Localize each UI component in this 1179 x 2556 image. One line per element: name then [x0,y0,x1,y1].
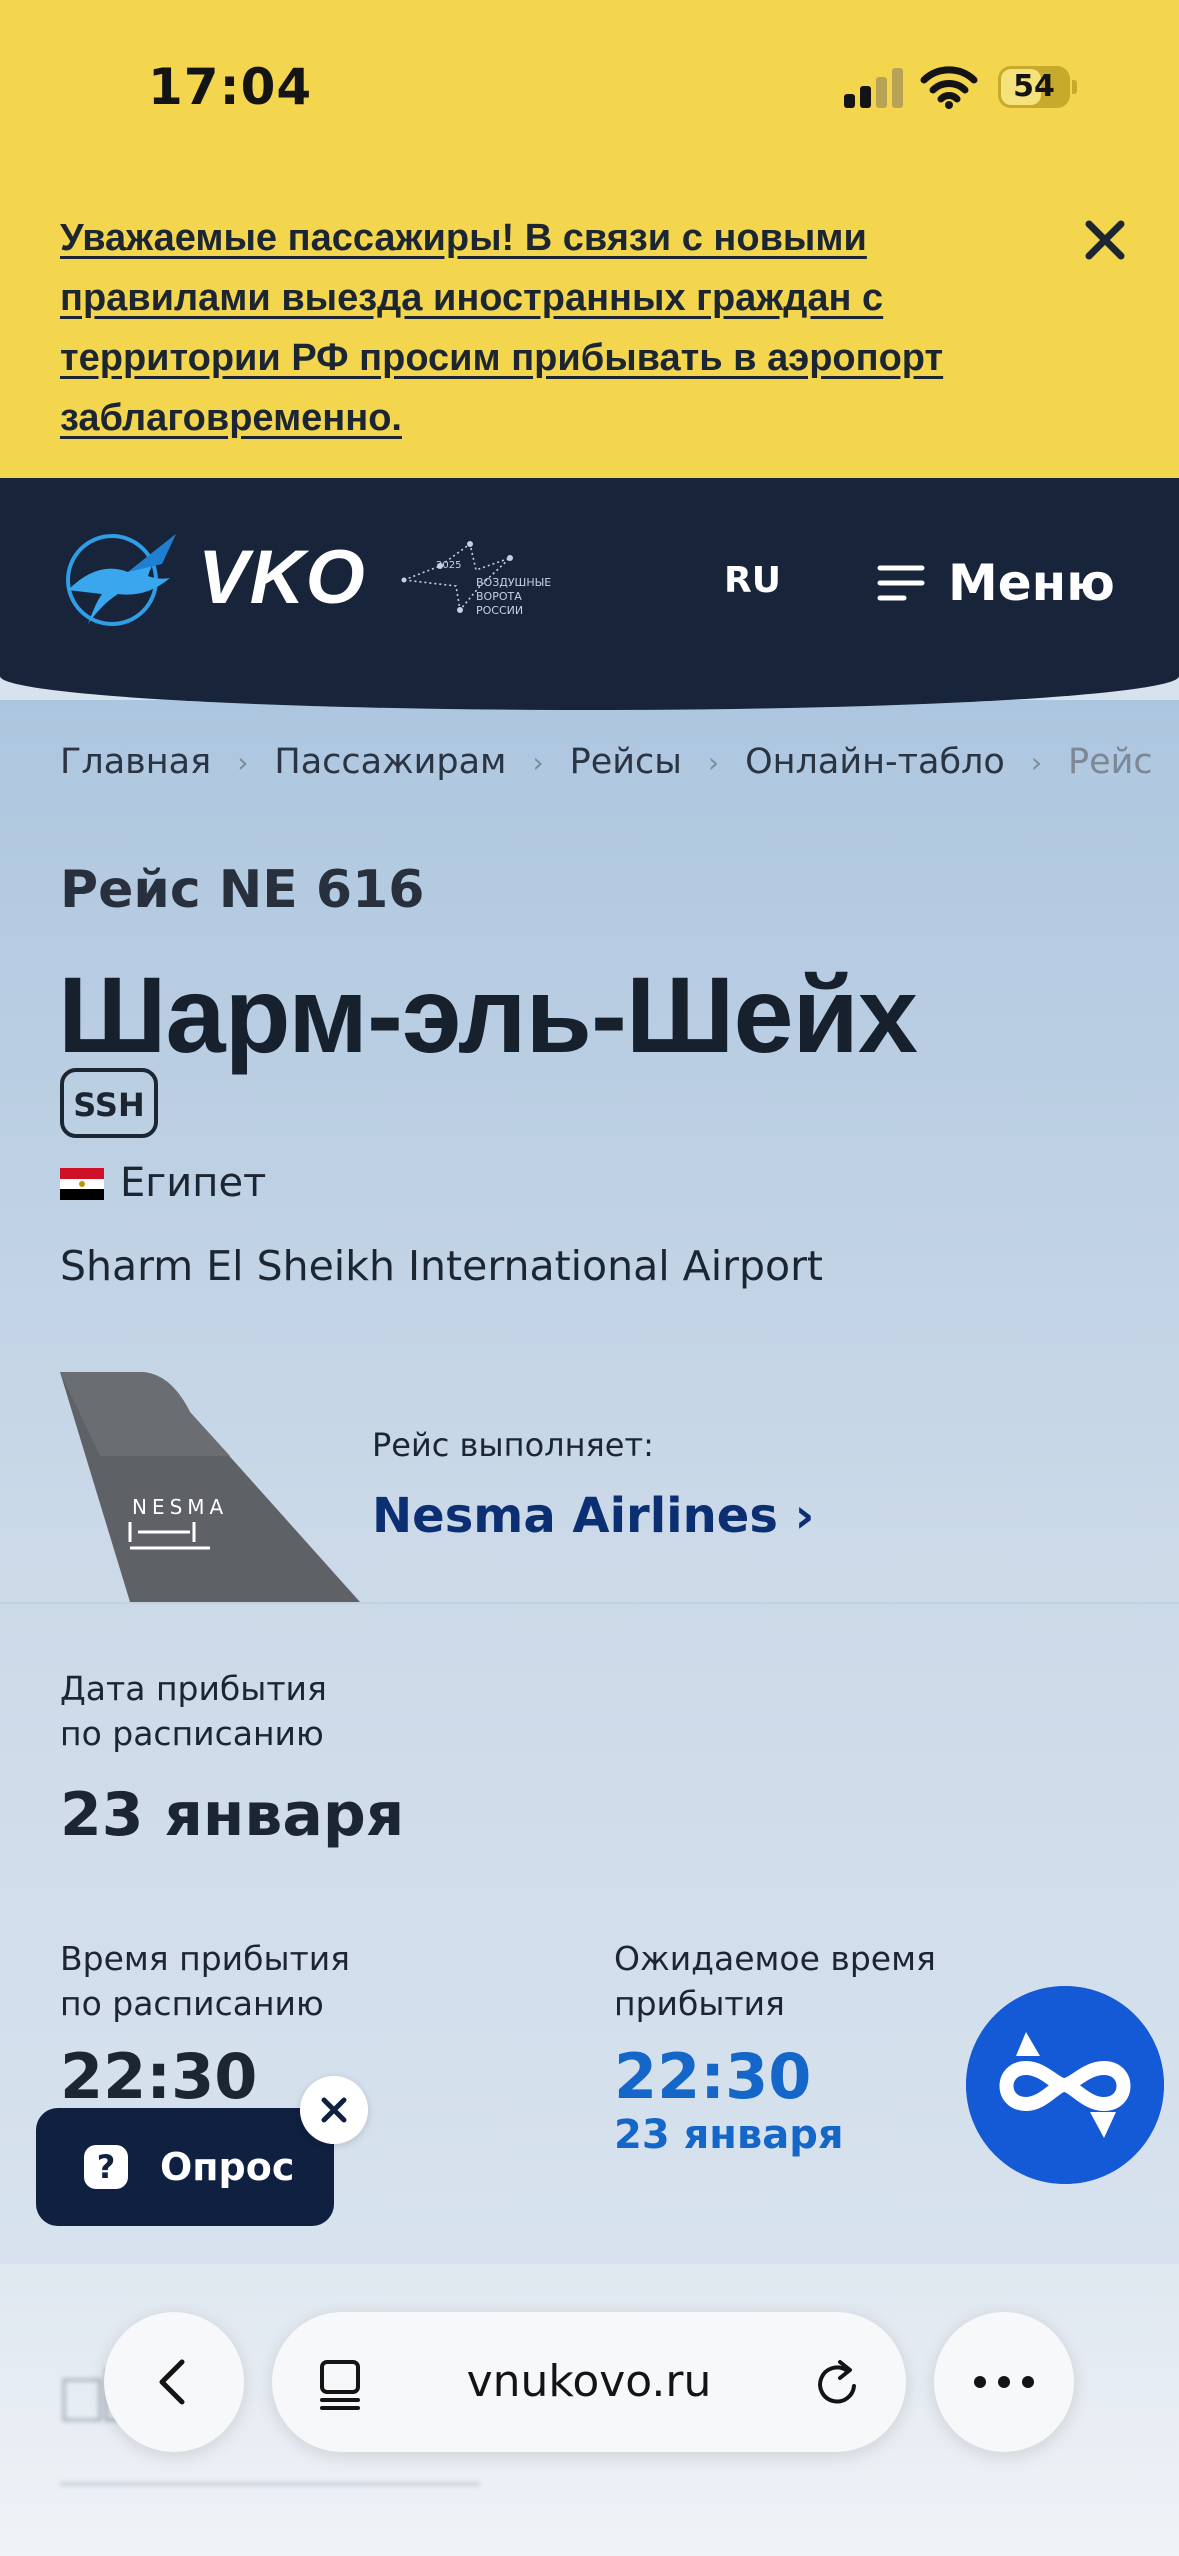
close-icon[interactable] [1080,215,1130,265]
chevron-right-icon: › [777,1488,815,1544]
question-icon: ? [84,2145,128,2189]
reload-icon[interactable] [810,2356,866,2412]
scheduled-time-label: Время прибытия по расписанию [60,1939,351,2023]
status-time: 17:04 [148,58,313,116]
scheduled-time: 22:30 [60,2040,258,2113]
egypt-flag-icon [60,1168,104,1200]
blurred-divider [60,2482,480,2486]
browser-more-button[interactable] [934,2312,1074,2452]
expected-time: 22:30 [614,2040,812,2113]
assistant-chat-icon[interactable] [966,1986,1164,2184]
vko-logo-icon[interactable] [58,520,180,632]
destination-city: Шарм-эль-Шейх [58,954,918,1075]
more-icon [974,2376,1034,2388]
operator-link[interactable]: Nesma Airlines › [372,1488,814,1544]
breadcrumb-item-passengers[interactable]: Пассажирам [274,742,506,782]
air-gates-year: 2025 [436,560,462,571]
chevron-right-icon: › [1030,745,1043,779]
wifi-icon [920,66,978,109]
iata-badge: SSH [60,1068,158,1138]
chevron-left-icon [159,2359,185,2405]
breadcrumb-item-current: Рейс [1068,742,1153,782]
expected-time-label: Ожидаемое время прибытия [614,1939,936,2023]
breadcrumb-item-board[interactable]: Онлайн-табло [745,742,1005,782]
arrival-date: 23 января [60,1780,405,1850]
survey-label: Опрос [160,2145,295,2189]
survey-button[interactable]: ? Опрос [36,2108,334,2226]
section-divider [0,1602,1179,1604]
battery-icon: 54 [998,66,1078,108]
browser-back-button[interactable] [104,2312,244,2452]
menu-button[interactable]: Меню [876,548,1115,618]
breadcrumb-item-flights[interactable]: Рейсы [570,742,682,782]
air-gates-text: ВОЗДУШНЫЕ ВОРОТА РОССИИ [476,576,552,617]
browser-address-bar[interactable]: vnukovo.ru [272,2312,906,2452]
menu-icon [877,565,925,601]
airline-tail-text: NESMA [132,1495,228,1519]
vko-logo-text: VKO [198,535,366,620]
cellular-signal-icon [844,66,904,108]
arrival-date-label: Дата прибытия по расписанию [60,1669,327,1753]
close-icon[interactable] [300,2076,368,2144]
breadcrumb: Главная › Пассажирам › Рейсы › Онлайн-та… [60,742,1153,782]
notice-text[interactable]: Уважаемые пассажиры! В связи с новыми пр… [60,208,1010,448]
country-name: Египет [120,1160,267,1206]
airline-tail-logo: NESMA [60,1372,360,1602]
operator-name: Nesma Airlines [372,1488,778,1544]
expected-date: 23 января [614,2112,844,2158]
chevron-right-icon: › [532,745,544,779]
language-switch[interactable]: RU [724,560,781,601]
airport-name: Sharm El Sheikh International Airport [60,1242,824,1290]
breadcrumb-item-home[interactable]: Главная [60,742,211,782]
operator-label: Рейс выполняет: [372,1426,654,1464]
flight-number: Рейс NE 616 [60,860,425,920]
battery-level: 54 [1013,69,1055,104]
menu-label: Меню [948,554,1115,612]
chevron-right-icon: › [707,745,720,779]
chevron-right-icon: › [237,745,249,779]
